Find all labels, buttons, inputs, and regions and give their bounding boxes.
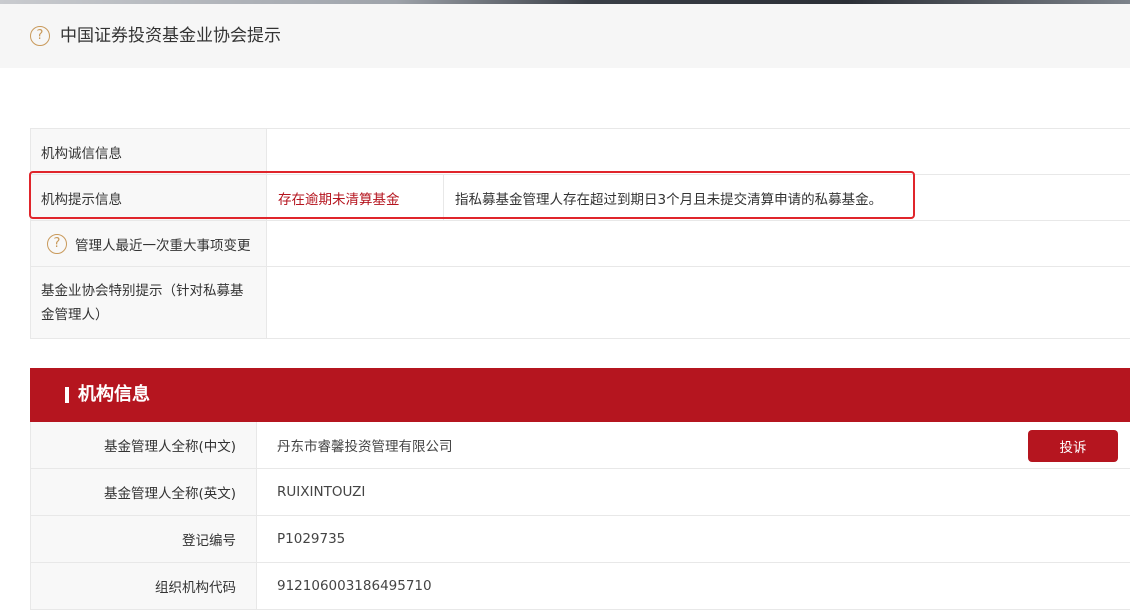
warning-description: 指私募基金管理人存在超过到期日3个月且未提交清算申请的私募基金。: [455, 191, 883, 208]
field-value: RUIXINTOUZI: [277, 484, 366, 500]
table-row: 机构提示信息 存在逾期未清算基金 指私募基金管理人存在超过到期日3个月且未提交清…: [30, 175, 1130, 221]
org-info-table: 基金管理人全称(中文) 丹东市睿馨投资管理有限公司 投诉 基金管理人全称(英文)…: [30, 422, 1130, 610]
table-row: 机构诚信信息: [30, 129, 1130, 175]
field-value: 912106003186495710: [277, 578, 432, 594]
section-accent-bar: [65, 387, 69, 403]
credit-label: 基金业协会特别提示（针对私募基金管理人）: [30, 267, 267, 338]
credit-label-with-help: ? 管理人最近一次重大事项变更: [30, 221, 267, 266]
credit-info-table: 机构诚信信息 机构提示信息 存在逾期未清算基金 指私募基金管理人存在超过到期日3…: [30, 128, 1130, 339]
complain-button[interactable]: 投诉: [1028, 430, 1118, 462]
notice-header: ? 中国证券投资基金业协会提示: [0, 4, 1130, 68]
warning-tag[interactable]: 存在逾期未清算基金: [268, 175, 444, 220]
table-row: 基金管理人全称(英文) RUIXINTOUZI: [30, 469, 1130, 516]
table-row: 基金业协会特别提示（针对私募基金管理人）: [30, 267, 1130, 339]
section-title: 机构信息: [78, 384, 150, 405]
field-label: 登记编号: [30, 516, 257, 562]
field-value: 丹东市睿馨投资管理有限公司: [277, 439, 453, 455]
help-circle-icon[interactable]: ?: [30, 26, 50, 46]
field-label: 组织机构代码: [30, 563, 257, 609]
field-label: 基金管理人全称(英文): [30, 469, 257, 515]
credit-label: 机构诚信信息: [30, 129, 267, 174]
table-row: ? 管理人最近一次重大事项变更: [30, 221, 1130, 267]
org-section-header: 机构信息: [30, 368, 1130, 422]
notice-title: 中国证券投资基金业协会提示: [60, 26, 281, 46]
table-row: 登记编号 P1029735: [30, 516, 1130, 563]
help-circle-icon[interactable]: ?: [47, 233, 67, 254]
field-label: 基金管理人全称(中文): [30, 422, 257, 468]
table-row: 组织机构代码 912106003186495710: [30, 563, 1130, 610]
table-row: 基金管理人全称(中文) 丹东市睿馨投资管理有限公司 投诉: [30, 422, 1130, 469]
field-value: P1029735: [277, 531, 346, 547]
credit-label: 管理人最近一次重大事项变更: [75, 237, 251, 254]
credit-label: 机构提示信息: [30, 175, 267, 220]
